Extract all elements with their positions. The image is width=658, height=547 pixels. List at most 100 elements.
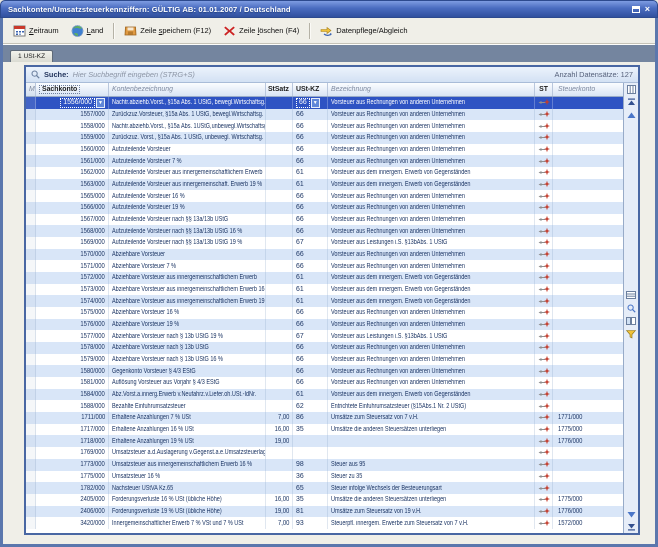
cell-kontenbezeichnung: Erhaltene Anzahlungen 16 % USt xyxy=(109,424,266,436)
table-row[interactable]: 1560/000Aufzuteilende Vorsteuer66Vorsteu… xyxy=(26,144,623,156)
scroll-up-icon[interactable] xyxy=(626,110,637,120)
table-row[interactable]: 1577/000Abziehbare Vorsteuer nach § 13b … xyxy=(26,330,623,342)
tab-ust-kz[interactable]: 1 USt-KZ xyxy=(10,50,53,62)
table-row[interactable]: 1717/000Erhaltene Anzahlungen 16 % USt16… xyxy=(26,424,623,436)
zeitraum-button[interactable]: Zeitraum xyxy=(7,22,65,40)
land-button[interactable]: Land xyxy=(65,22,110,40)
cell-st-marker xyxy=(535,435,553,447)
cell-marker xyxy=(26,144,36,156)
scroll-top-icon[interactable] xyxy=(626,97,637,107)
table-row[interactable]: 2405/000Forderungsverluste 16 % USt (übl… xyxy=(26,494,623,506)
globe-icon xyxy=(71,25,84,37)
cell-stsatz xyxy=(266,109,293,121)
table-row[interactable]: 1559/000Zurückzuz. Vorst., §15a Abs. 1 U… xyxy=(26,132,623,144)
cell-ustkz: 61 xyxy=(293,272,328,284)
zeile-speichern-button[interactable]: Zeile speichern (F12) xyxy=(118,22,217,40)
table-row[interactable]: 1557/000Zurückzuz.Vorsteuer, §15a Abs. 1… xyxy=(26,109,623,121)
table-row[interactable]: 1580/000Gegenkonto Vorsteuer § 4/3 EStG 6… xyxy=(26,365,623,377)
cell-steuerkonto xyxy=(553,249,623,261)
column-header-bezeichnung[interactable]: Bezeichnung xyxy=(328,83,535,96)
table-row[interactable]: 1575/000Abziehbare Vorsteuer 16 %66Vorst… xyxy=(26,307,623,319)
columns-icon[interactable] xyxy=(626,316,637,326)
table-row[interactable]: 1565/000Aufzuteilende Vorsteuer 16 %66Vo… xyxy=(26,190,623,202)
table-row[interactable]: 2406/000Forderungsverluste 19 % USt (übl… xyxy=(26,506,623,518)
table-row[interactable]: 1563/000Aufzuteilende Vorsteuer aus inne… xyxy=(26,179,623,191)
table-row[interactable]: 1571/000Abziehbare Vorsteuer 7 %66Vorste… xyxy=(26,260,623,272)
table-row[interactable]: 1566/000Aufzuteilende Vorsteuer 19 %66Vo… xyxy=(26,202,623,214)
table-row[interactable]: 1578/000Abziehbare Vorsteuer nach § 13b … xyxy=(26,342,623,354)
cell-ustkz: 35 xyxy=(293,424,328,436)
table-row[interactable]: 1775/000Umsatzsteuer 16 %36Steuer zu 35 xyxy=(26,471,623,483)
table-row[interactable]: 1556/000▼Nachtr.abziehb.Vorst., §15a Abs… xyxy=(26,97,623,109)
close-button[interactable]: × xyxy=(645,5,650,14)
list-settings-icon[interactable] xyxy=(626,290,637,300)
grid-search-icon[interactable] xyxy=(626,303,637,313)
cell-stsatz xyxy=(266,295,293,307)
table-row[interactable]: 1558/000Nachtr.abziehb.Vorst., §15a Abs.… xyxy=(26,120,623,132)
column-header-kontenbezeichnung[interactable]: Kontenbezeichnung xyxy=(109,83,266,96)
table-row[interactable]: 1572/000Abziehbare Vorsteuer aus innerge… xyxy=(26,272,623,284)
cell-steuerkonto xyxy=(553,120,623,132)
table-row[interactable]: 1782/000Nachsteuer UStVA Kz.6565Steuer i… xyxy=(26,482,623,494)
table-row[interactable]: 1773/000Umsatzsteuer aus innergemeinscha… xyxy=(26,459,623,471)
column-header-st[interactable]: ST xyxy=(535,83,553,96)
table-row[interactable]: 1569/000Aufzuteilende Vorsteuer nach §§ … xyxy=(26,237,623,249)
app-window: Sachkonten/Umsatzsteuerkennziffern: GÜLT… xyxy=(0,0,658,547)
table-row[interactable]: 1584/000Abz.Vorst.a.innerg.Erwerb v.Neuf… xyxy=(26,389,623,401)
delete-x-icon xyxy=(223,25,236,37)
table-row[interactable]: 1562/000Aufzuteilende Vorsteuer aus inne… xyxy=(26,167,623,179)
column-header-ustkz[interactable]: USt-KZ xyxy=(293,83,328,96)
cell-ustkz: 66 xyxy=(293,365,328,377)
table-row[interactable]: 1561/000Aufzuteilende Vorsteuer 7 %66Vor… xyxy=(26,155,623,167)
cell-sachkonto: 1580/000 xyxy=(36,365,109,377)
cell-steuerkonto xyxy=(553,459,623,471)
table-row[interactable]: 1588/000Bezahlte Einfuhrumsatzsteuer62En… xyxy=(26,400,623,412)
search-input[interactable]: Hier Suchbegriff eingeben (STRG+S) xyxy=(73,70,195,79)
tax-marker-icon xyxy=(538,460,550,469)
cell-ustkz: 36 xyxy=(293,471,328,483)
table-row[interactable]: 1579/000Abziehbare Vorsteuer nach § 13b … xyxy=(26,354,623,366)
column-header-sachkonto[interactable]: Sachkonto xyxy=(36,83,109,96)
titlebar[interactable]: Sachkonten/Umsatzsteuerkennziffern: GÜLT… xyxy=(0,0,658,18)
cell-steuerkonto: 1572/000 xyxy=(553,517,623,529)
cell-bezeichnung: Vorsteuer aus Rechnungen von anderen Unt… xyxy=(328,260,535,272)
ustkz-dropdown-button[interactable]: ▼ xyxy=(311,98,320,108)
cell-kontenbezeichnung: Gegenkonto Vorsteuer § 4/3 EStG xyxy=(109,365,266,377)
table-row[interactable]: 1718/000Erhaltene Anzahlungen 19 % USt19… xyxy=(26,435,623,447)
column-header-marker[interactable]: M xyxy=(26,83,36,96)
table-row[interactable]: 1568/000Aufzuteilende Vorsteuer nach §§ … xyxy=(26,225,623,237)
cell-ustkz xyxy=(293,447,328,459)
table-row[interactable]: 1581/000Auflösung Vorsteuer aus Vorjahr … xyxy=(26,377,623,389)
scroll-down-icon[interactable] xyxy=(626,509,637,519)
table-row[interactable]: 1573/000Abziehbare Vorsteuer aus innerge… xyxy=(26,284,623,296)
content-area: Suche: Hier Suchbegriff eingeben (STRG+S… xyxy=(3,62,655,544)
column-header-stsatz[interactable]: StSatz xyxy=(266,83,293,96)
cell-st-marker xyxy=(535,237,553,249)
tax-marker-icon xyxy=(538,355,550,364)
cell-st-marker xyxy=(535,179,553,191)
zeile-loeschen-button[interactable]: Zeile löschen (F4) xyxy=(217,22,305,40)
cell-sachkonto: 1571/000 xyxy=(36,260,109,272)
table-row[interactable]: 3420/000Innergemeinschaftlicher Erwerb 7… xyxy=(26,517,623,529)
cell-steuerkonto xyxy=(553,377,623,389)
cell-st-marker xyxy=(535,377,553,389)
table-row[interactable]: 1567/000Aufzuteilende Vorsteuer nach §§ … xyxy=(26,214,623,226)
table-row[interactable]: 1769/000Umsatzsteuer a.d.Auslagerung v.G… xyxy=(26,447,623,459)
cell-st-marker xyxy=(535,144,553,156)
tax-marker-icon xyxy=(538,495,550,504)
scroll-bottom-icon[interactable] xyxy=(626,522,637,532)
table-row[interactable]: 1711/000Erhaltene Anzahlungen 7 % USt7,0… xyxy=(26,412,623,424)
cell-steuerkonto xyxy=(553,342,623,354)
column-header-steuerkonto[interactable]: Steuerkonto xyxy=(553,83,623,96)
table-row[interactable]: 1574/000Abziehbare Vorsteuer aus innerge… xyxy=(26,295,623,307)
table-row[interactable]: 1570/000Abziehbare Vorsteuer66Vorsteuer … xyxy=(26,249,623,261)
restore-button[interactable] xyxy=(632,6,640,13)
column-chooser-icon[interactable] xyxy=(626,84,637,94)
sachkonto-dropdown-button[interactable]: ▼ xyxy=(96,98,105,108)
cell-steuerkonto xyxy=(553,97,623,109)
datenpflege-button[interactable]: Datenpflege/Abgleich xyxy=(314,22,413,40)
table-row[interactable]: 1576/000Abziehbare Vorsteuer 19 %66Vorst… xyxy=(26,319,623,331)
filter-icon[interactable] xyxy=(626,329,637,339)
cell-st-marker xyxy=(535,249,553,261)
cell-kontenbezeichnung: Zurückzuz. Vorst., §15a Abs. 1 UStG, unb… xyxy=(109,132,266,144)
